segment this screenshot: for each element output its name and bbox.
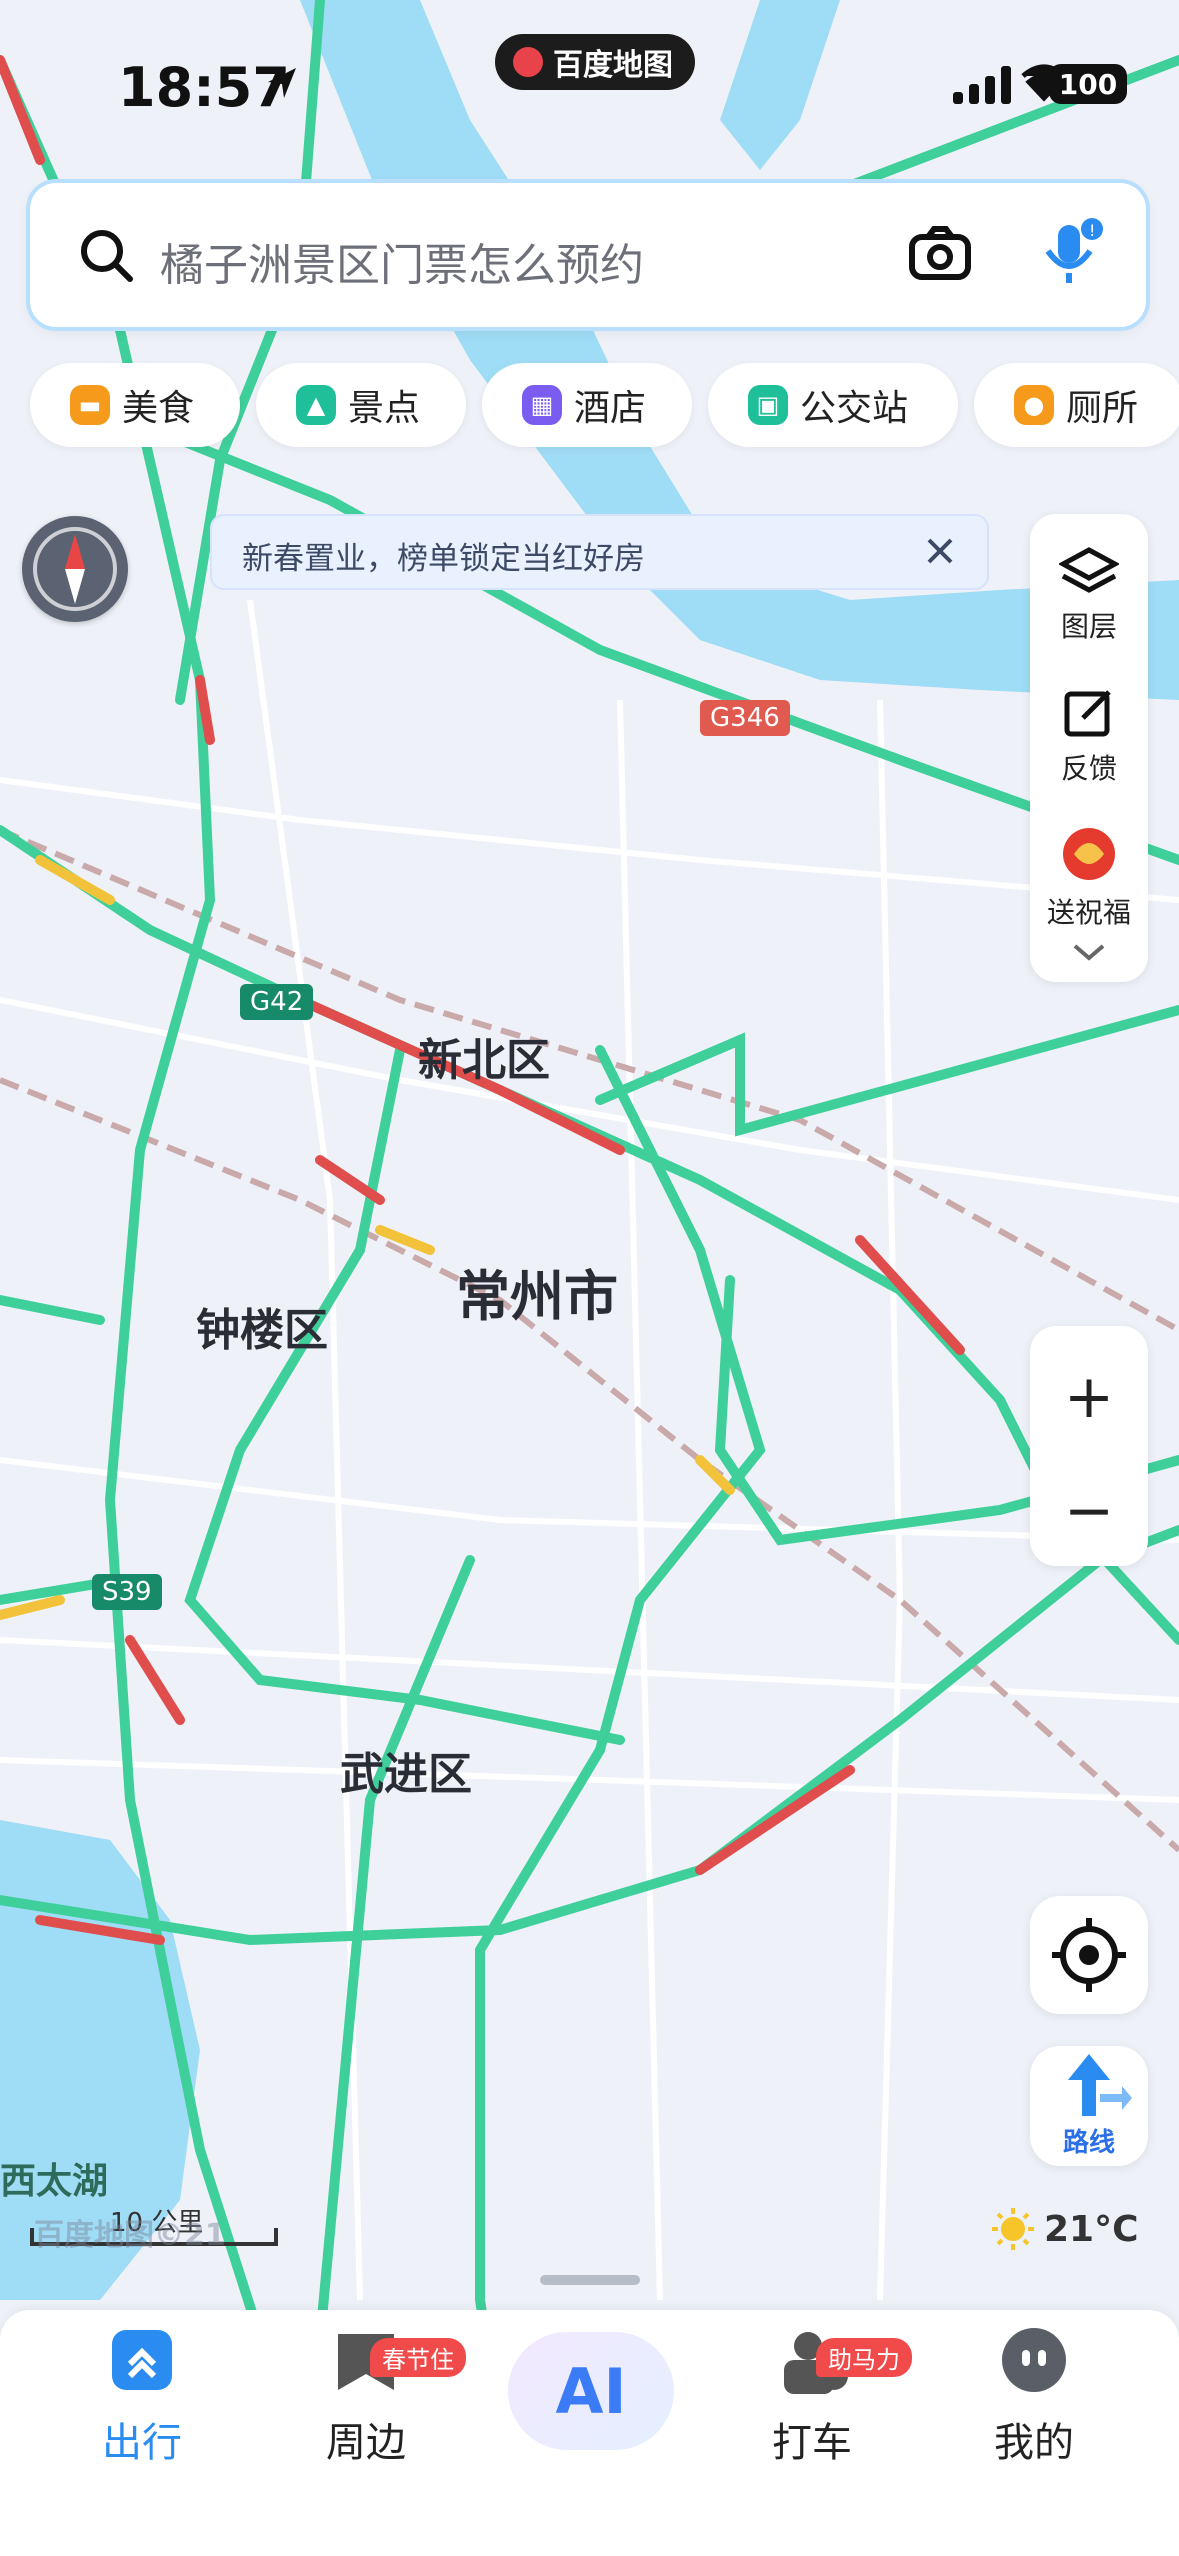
chip-toilet-label: 厕所 [1066, 388, 1139, 429]
road-shield-g42: G42 [240, 984, 314, 1020]
lake-label: 西太湖 [0, 2161, 109, 2202]
crosshair-icon [1052, 1918, 1126, 1992]
chevron-down-icon[interactable] [1030, 938, 1148, 971]
tab-travel-label: 出行 [102, 2420, 182, 2466]
app-brand-pill: 百度地图 [495, 34, 695, 90]
close-icon[interactable] [925, 536, 955, 570]
district-label-wujin: 武进区 [340, 1749, 472, 1800]
tab-mine[interactable]: 我的 [934, 2310, 1134, 2510]
map-tools-panel: 图层 反馈 送祝福 [1030, 514, 1148, 982]
profile-face-icon [1002, 2328, 1066, 2392]
tab-travel[interactable]: 出行 [42, 2310, 242, 2510]
sun-icon [992, 2208, 1034, 2250]
travel-icon [112, 2330, 172, 2390]
chip-food[interactable]: ▬ 美食 [30, 363, 240, 447]
notice-text: 新春置业，榜单锁定当红好房 [242, 541, 645, 577]
bottom-tab-bar: 出行 春节住 周边 AI 助马力 打车 我的 [0, 2310, 1179, 2556]
tab-taxi-label: 打车 [772, 2420, 852, 2466]
chip-bus-label: 公交站 [800, 388, 909, 429]
route-label: 路线 [1062, 2128, 1115, 2158]
layers-button[interactable]: 图层 [1030, 544, 1148, 645]
chip-hotel-label: 酒店 [574, 388, 647, 429]
scenic-icon: ▲ [296, 385, 336, 425]
zoom-control: + − [1030, 1326, 1148, 1566]
blessing-button[interactable]: 送祝福 [1030, 824, 1148, 931]
chip-hotel[interactable]: ▦ 酒店 [482, 363, 692, 447]
sheet-handle[interactable] [540, 2275, 640, 2285]
blessing-icon [1063, 828, 1115, 880]
weather-widget[interactable]: 21°C [990, 2206, 1139, 2252]
baidu-pin-icon [513, 47, 543, 77]
category-chips: ▬ 美食 ▲ 景点 ▦ 酒店 ▣ 公交站 ● 厕所 [30, 363, 1179, 447]
city-label: 常州市 [456, 1265, 618, 1328]
road-shield-s39: S39 [92, 1574, 162, 1610]
layers-label: 图层 [1060, 610, 1117, 643]
voice-mic-icon[interactable]: ! [1040, 217, 1104, 291]
bus-icon: ▣ [748, 385, 788, 425]
tab-nearby-label: 周边 [326, 2420, 406, 2466]
battery-indicator: 100 [1049, 64, 1127, 104]
nearby-badge: 春节住 [370, 2338, 466, 2377]
chip-food-label: 美食 [122, 388, 195, 429]
temperature: 21°C [1044, 2208, 1139, 2250]
status-bar: 18:57 百度地图 100 [0, 0, 1179, 170]
toilet-icon: ● [1014, 385, 1054, 425]
food-icon: ▬ [70, 385, 110, 425]
tab-mine-label: 我的 [994, 2420, 1074, 2466]
locate-button[interactable] [1030, 1896, 1148, 2014]
tab-nearby[interactable]: 春节住 周边 [266, 2310, 466, 2510]
search-icon [78, 227, 134, 287]
compass-button[interactable] [22, 516, 128, 622]
chip-scenic-label: 景点 [348, 388, 421, 429]
camera-icon[interactable] [908, 223, 972, 287]
ai-assistant-button[interactable]: AI [508, 2332, 674, 2450]
feedback-button[interactable]: 反馈 [1030, 686, 1148, 787]
zoom-out-button[interactable]: − [1030, 1476, 1148, 1546]
blessing-label: 送祝福 [1046, 896, 1131, 929]
tab-taxi[interactable]: 助马力 打车 [712, 2310, 912, 2510]
search-input[interactable]: 橘子洲景区门票怎么预约 [160, 229, 644, 293]
route-button[interactable]: 路线 [1030, 2046, 1148, 2166]
road-shield-g346: G346 [700, 700, 790, 736]
location-arrow-icon [262, 64, 302, 108]
chip-toilet[interactable]: ● 厕所 [974, 363, 1179, 447]
map-watermark: 百度地图©21 [34, 2218, 226, 2253]
chip-scenic[interactable]: ▲ 景点 [256, 363, 466, 447]
district-label-zhonglou: 钟楼区 [196, 1305, 328, 1356]
feedback-icon [1064, 690, 1111, 737]
ai-label: AI [555, 2354, 627, 2428]
zoom-in-button[interactable]: + [1030, 1362, 1148, 1432]
taxi-badge: 助马力 [816, 2338, 912, 2377]
compass-icon [33, 527, 117, 611]
chip-bus-stop[interactable]: ▣ 公交站 [708, 363, 958, 447]
svg-text:!: ! [1089, 221, 1095, 240]
route-arrow-icon [1068, 2054, 1132, 2116]
search-bar[interactable]: 橘子洲景区门票怎么预约 ! [30, 183, 1146, 327]
district-label-xinbei: 新北区 [418, 1035, 550, 1086]
hotel-icon: ▦ [522, 385, 562, 425]
cellular-signal-icon [953, 64, 1011, 104]
layers-icon [1057, 547, 1121, 593]
feedback-label: 反馈 [1060, 752, 1117, 785]
promo-notice[interactable]: 新春置业，榜单锁定当红好房 [210, 514, 989, 590]
brand-label: 百度地图 [553, 48, 673, 83]
